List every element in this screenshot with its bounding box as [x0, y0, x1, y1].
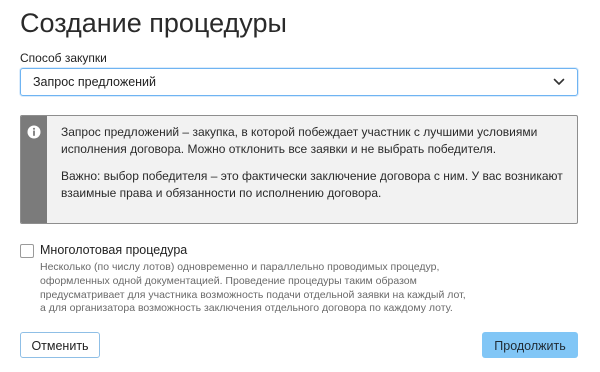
chevron-down-icon — [553, 78, 565, 85]
procedure-creation-form: Создание процедуры Способ закупки Запрос… — [20, 0, 578, 372]
info-icon — [27, 125, 41, 139]
procurement-method-select[interactable]: Запрос предложений — [20, 68, 578, 96]
info-box: Запрос предложений – закупка, в которой … — [20, 115, 578, 224]
page-title: Создание процедуры — [20, 8, 287, 38]
info-paragraph-warning: Важно: выбор победителя – это фактически… — [61, 169, 563, 200]
multilot-label[interactable]: Многолотовая процедура — [40, 243, 187, 258]
procurement-method-value: Запрос предложений — [33, 75, 157, 89]
info-paragraph-definition: Запрос предложений – закупка, в которой … — [61, 125, 538, 156]
procurement-method-label: Способ закупки — [20, 51, 107, 65]
multilot-description: Несколько (по числу лотов) одновременно … — [40, 261, 466, 315]
info-stripe — [21, 116, 47, 223]
continue-button[interactable]: Продолжить — [482, 332, 578, 358]
multilot-checkbox[interactable] — [20, 244, 34, 258]
cancel-button[interactable]: Отменить — [20, 332, 100, 358]
